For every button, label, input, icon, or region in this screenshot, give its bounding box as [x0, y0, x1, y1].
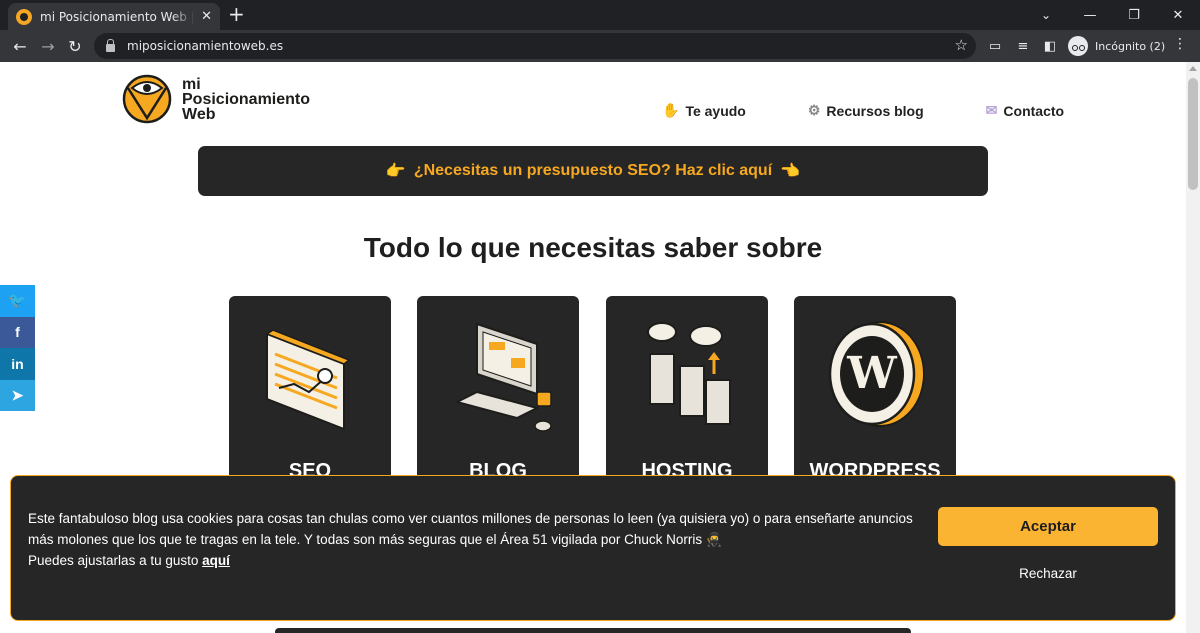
back-icon[interactable]: ←: [8, 35, 32, 57]
tab-search-icon[interactable]: ⌄: [1024, 0, 1068, 30]
logo-text: mi Posicionamiento Web: [182, 75, 311, 123]
telegram-share-button[interactable]: ➤: [0, 379, 35, 411]
close-window-icon[interactable]: ✕: [1156, 0, 1200, 30]
logo-line: mi: [182, 75, 201, 93]
wordpress-coin-icon: W: [828, 321, 925, 427]
logo-line: Web: [182, 105, 216, 123]
profile-label: Incógnito (2): [1095, 39, 1166, 53]
cookie-text-line: Puedes ajustarlas a tu gusto: [28, 553, 199, 568]
address-bar[interactable]: miposicionamientoweb.es ☆: [94, 33, 976, 59]
pointing-right-icon: 👉: [385, 163, 406, 180]
cta-text: ¿Necesitas un presupuesto SEO? Haz clic …: [413, 162, 773, 179]
new-tab-button[interactable]: +: [228, 4, 245, 24]
forward-icon[interactable]: →: [36, 35, 60, 57]
url-text: miposicionamientoweb.es: [127, 39, 284, 53]
tab-title: mi Posicionamiento Web | Blog de: [40, 9, 195, 24]
browser-toolbar: ← → ↻ miposicionamientoweb.es ☆ ▭ ≡ ◧ In…: [0, 30, 1200, 62]
minimize-icon[interactable]: —: [1068, 0, 1112, 30]
blog-computer-icon: [454, 322, 552, 432]
linkedin-share-button[interactable]: in: [0, 348, 35, 380]
logo-line: Posicionamiento: [182, 90, 311, 108]
incognito-icon: [1068, 36, 1088, 56]
restore-icon[interactable]: ❐: [1112, 0, 1156, 30]
seo-quote-banner[interactable]: 👉 ¿Necesitas un presupuesto SEO? Haz cli…: [198, 146, 988, 196]
twitter-icon: 🐦: [8, 292, 27, 309]
bookmark-star-icon[interactable]: ☆: [955, 36, 968, 54]
facebook-icon: f: [15, 324, 20, 341]
cookie-message: Este fantabuloso blog usa cookies para c…: [28, 508, 928, 571]
gear-icon: ⚙: [807, 102, 821, 118]
incognito-profile[interactable]: Incógnito (2): [1068, 35, 1165, 57]
section-heading: Todo lo que necesitas saber sobre: [363, 232, 823, 263]
scrollbar-thumb[interactable]: [1188, 78, 1198, 190]
browser-tab[interactable]: mi Posicionamiento Web | Blog de ✕: [8, 3, 220, 30]
envelope-icon: ✉: [985, 102, 998, 118]
card-seo[interactable]: SEO: [229, 296, 391, 496]
site-favicon-icon: [16, 8, 32, 25]
side-panel-icon[interactable]: ◧: [1040, 36, 1060, 56]
cookie-text-line: más molones que los que te tragas en la …: [28, 532, 703, 547]
site-logo[interactable]: mi Posicionamiento Web: [122, 74, 310, 124]
card-hosting[interactable]: HOSTING: [606, 296, 768, 496]
cookie-text-line: Este fantabuloso blog usa cookies para c…: [28, 511, 913, 526]
accept-cookies-button[interactable]: Aceptar: [938, 507, 1158, 546]
page-scrollbar[interactable]: [1186, 62, 1200, 633]
card-blog[interactable]: BLOG: [417, 296, 579, 496]
nav-item-te-ayudo[interactable]: ✋ Te ayudo: [662, 102, 746, 119]
card-wordpress[interactable]: W WORDPRESS: [794, 296, 956, 496]
pointing-left-icon: 👈: [780, 163, 801, 180]
main-nav: ✋ Te ayudo ⚙ Recursos blog ✉ Contacto: [662, 102, 1064, 119]
cookie-settings-link[interactable]: aquí: [202, 553, 230, 568]
linkedin-icon: in: [11, 355, 24, 372]
hosting-servers-icon: [647, 322, 731, 425]
tab-close-icon[interactable]: ✕: [201, 9, 212, 24]
social-share-bar: 🐦 f in ➤: [0, 285, 35, 411]
nav-label: Te ayudo: [685, 102, 746, 119]
scroll-up-icon[interactable]: [1189, 66, 1197, 71]
media-queue-icon[interactable]: ≡: [1013, 36, 1033, 56]
helping-hand-icon: ✋: [662, 102, 680, 118]
next-section-edge: [275, 628, 911, 633]
cast-icon[interactable]: ▭: [985, 36, 1005, 56]
logo-eye-icon: [122, 74, 172, 124]
reject-cookies-button[interactable]: Rechazar: [938, 562, 1158, 584]
ninja-emoji-icon: 🥷: [705, 532, 723, 547]
telegram-icon: ➤: [11, 386, 24, 403]
window-controls: — ❐ ✕: [1068, 0, 1200, 30]
browser-tab-bar: mi Posicionamiento Web | Blog de ✕ + ⌄ —…: [0, 0, 1200, 30]
nav-label: Contacto: [1003, 102, 1065, 119]
svg-text:W: W: [846, 348, 897, 399]
nav-item-recursos-blog[interactable]: ⚙ Recursos blog: [808, 102, 924, 119]
lock-icon: [106, 39, 115, 52]
cookie-banner: Este fantabuloso blog usa cookies para c…: [10, 475, 1176, 621]
reload-icon[interactable]: ↻: [63, 35, 87, 57]
nav-label: Recursos blog: [826, 102, 924, 119]
facebook-share-button[interactable]: f: [0, 316, 35, 348]
seo-chart-icon: [265, 329, 351, 431]
twitter-share-button[interactable]: 🐦: [0, 285, 35, 317]
browser-menu-icon[interactable]: ⋮: [1172, 36, 1188, 52]
nav-item-contacto[interactable]: ✉ Contacto: [986, 102, 1064, 119]
